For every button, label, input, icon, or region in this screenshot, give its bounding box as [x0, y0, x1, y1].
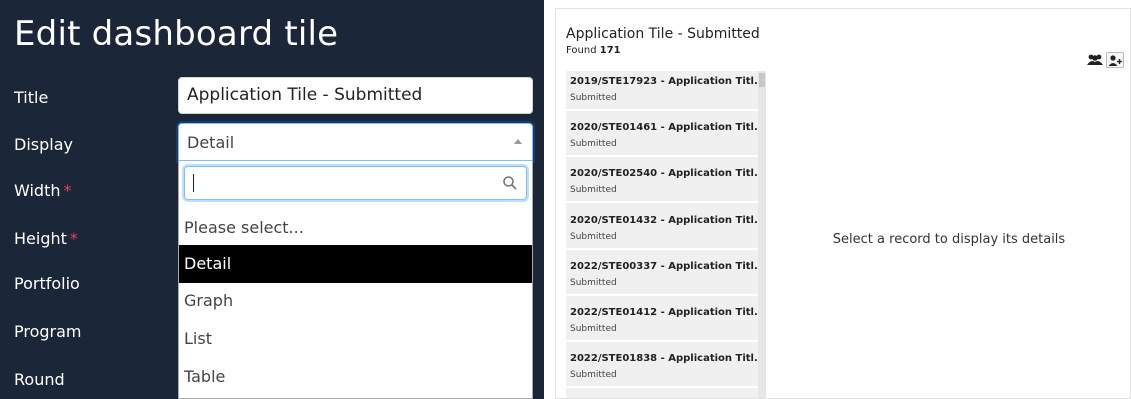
required-marker: * — [63, 181, 72, 200]
program-label: Program — [14, 322, 82, 341]
title-input[interactable]: Application Tile - Submitted — [178, 77, 533, 114]
display-dropdown: Please select... Detail Graph List Table — [178, 161, 533, 399]
list-scroll-thumb[interactable] — [759, 73, 765, 87]
page-title: Edit dashboard tile — [14, 14, 339, 54]
height-label: Height * — [14, 229, 78, 248]
record-status: Submitted — [570, 324, 617, 334]
list-item[interactable]: 2020/STE01461 - Application Titl... Subm… — [566, 117, 766, 157]
option-please-select[interactable]: Please select... — [179, 209, 532, 247]
title-label: Title — [14, 88, 49, 107]
display-select-value: Detail — [187, 133, 235, 152]
list-item[interactable]: 2019/STE17923 - Application Titl... Subm… — [566, 71, 766, 111]
add-user-glyph — [1108, 55, 1122, 66]
list-scrollbar[interactable] — [758, 71, 766, 398]
text-cursor — [193, 174, 194, 192]
add-user-icon[interactable] — [1106, 52, 1124, 68]
record-title: 2022/STE00337 - Application Titl... — [570, 261, 766, 272]
detail-placeholder: Select a record to display its details — [832, 232, 1066, 247]
display-label: Display — [14, 135, 73, 154]
record-title: 2022/STE01838 - Application Titl... — [570, 353, 766, 364]
record-title: 2020/STE02540 - Application Titl... — [570, 168, 766, 179]
tile-title: Application Tile - Submitted — [566, 26, 760, 42]
record-title: 2020/STE01432 - Application Titl... — [570, 215, 766, 226]
title-input-value: Application Tile - Submitted — [187, 85, 423, 105]
record-title: 2019/STE17923 - Application Titl... — [570, 76, 766, 87]
list-item[interactable]: 2020/STE01432 - Application Titl... Subm… — [566, 210, 766, 250]
record-status: Submitted — [570, 232, 617, 242]
record-title: 2022/STE01412 - Application Titl... — [570, 307, 766, 318]
list-item[interactable]: 2022/STE00337 - Application Titl... Subm… — [566, 256, 766, 296]
list-item[interactable]: 2022/STE01838 - Application Titl... Subm… — [566, 348, 766, 388]
dropdown-search-input[interactable] — [184, 166, 527, 200]
round-label: Round — [14, 370, 65, 389]
display-select[interactable]: Detail — [178, 123, 533, 161]
found-count: Found 171 — [566, 45, 621, 56]
width-label: Width * — [14, 181, 72, 200]
option-detail[interactable]: Detail — [179, 245, 532, 283]
portfolio-label: Portfolio — [14, 274, 80, 293]
record-status: Submitted — [570, 370, 617, 380]
record-status: Submitted — [570, 93, 617, 103]
group-icon[interactable] — [1086, 53, 1104, 67]
list-item[interactable]: 2022/STE01412 - Application Titl... Subm… — [566, 302, 766, 342]
record-status: Submitted — [570, 278, 617, 288]
required-marker: * — [69, 229, 78, 248]
record-status: Submitted — [570, 139, 617, 149]
edit-dashboard-tile-panel: Edit dashboard tile Title Display Width *… — [0, 0, 544, 399]
option-list[interactable]: List — [179, 320, 532, 358]
search-icon — [503, 176, 517, 190]
caret-up-icon — [514, 139, 522, 144]
list-item[interactable]: 2020/STE02540 - Application Titl... Subm… — [566, 163, 766, 203]
option-graph[interactable]: Graph — [179, 282, 532, 320]
record-status: Submitted — [570, 185, 617, 195]
application-tile-preview: Application Tile - Submitted Found 171 2… — [555, 8, 1131, 399]
record-list[interactable]: 2019/STE17923 - Application Titl... Subm… — [566, 71, 766, 398]
option-table[interactable]: Table — [179, 358, 532, 396]
record-title: 2020/STE01461 - Application Titl... — [570, 122, 766, 133]
